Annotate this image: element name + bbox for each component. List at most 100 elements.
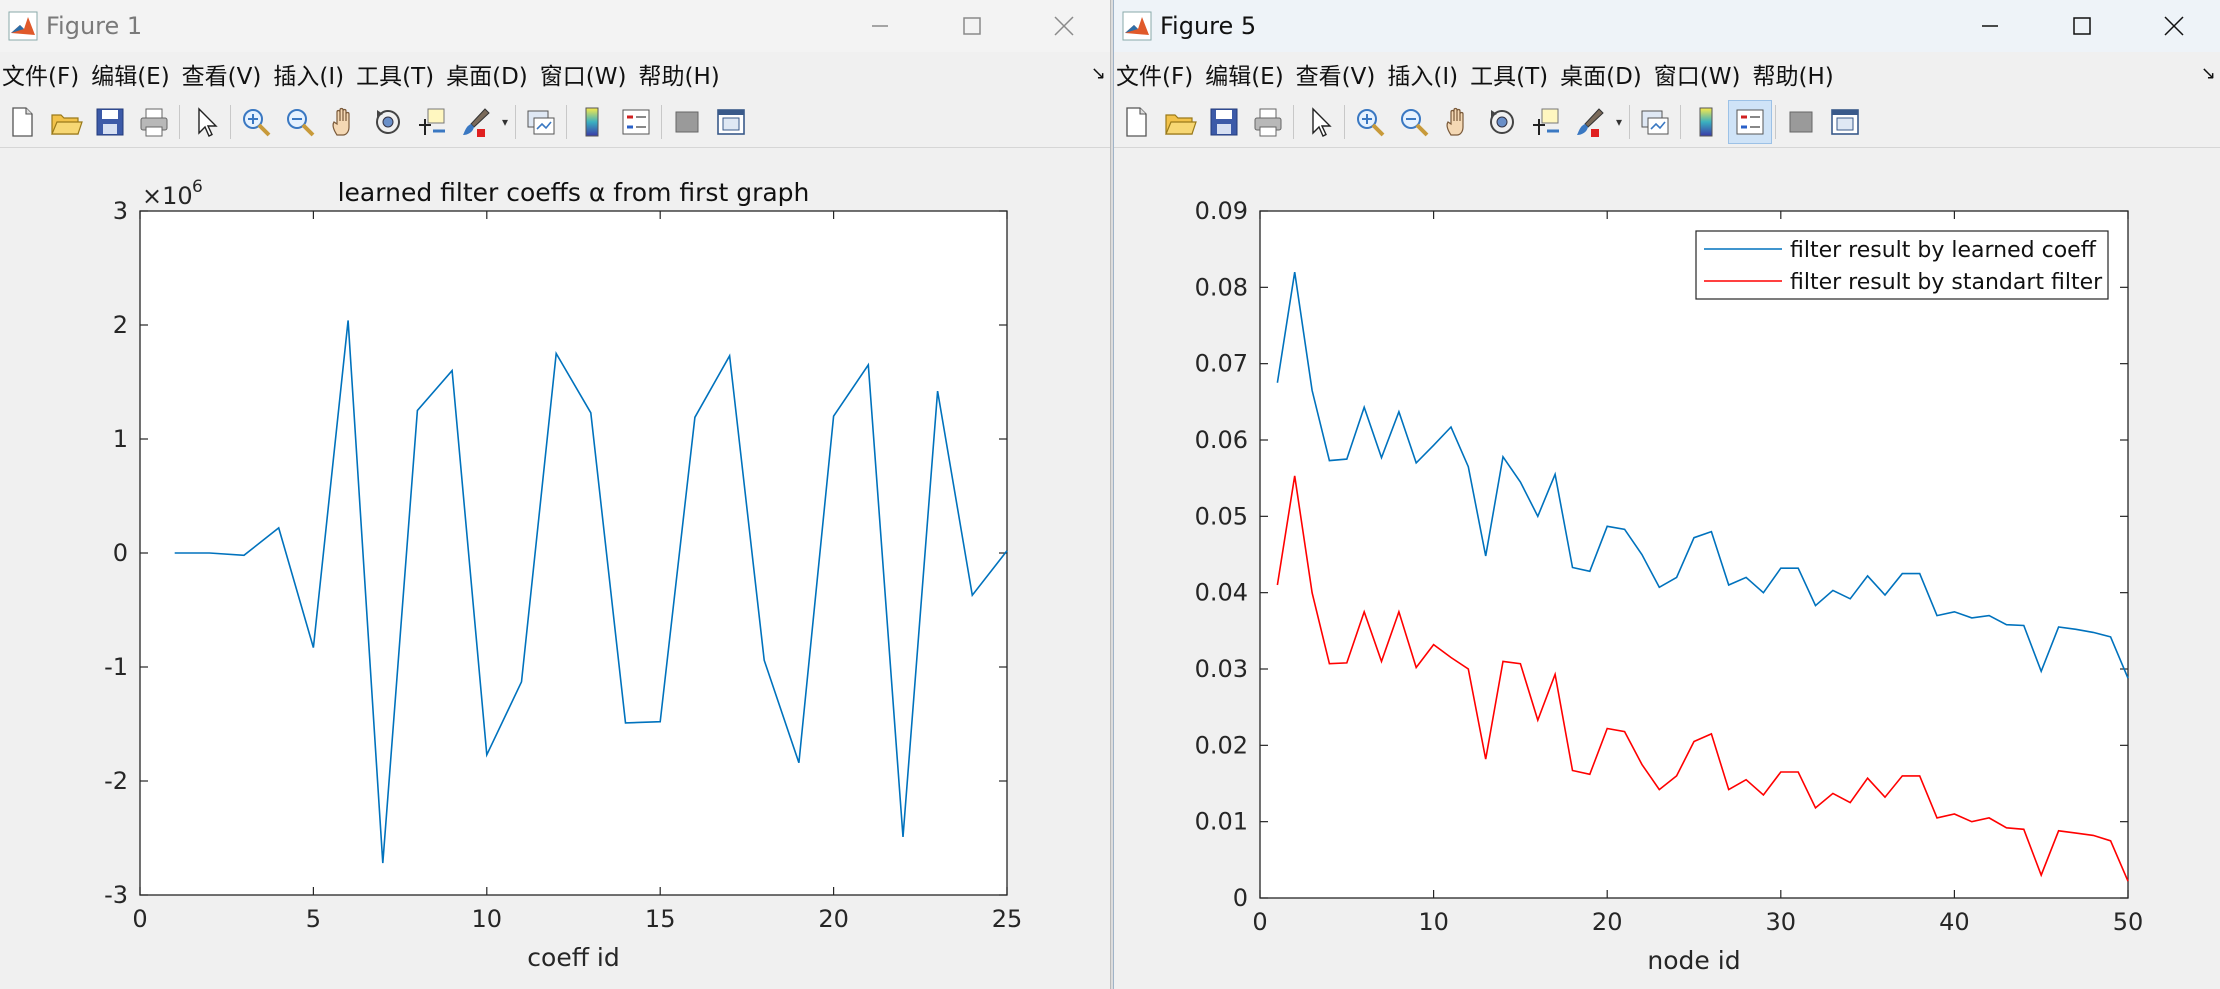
maximize-button[interactable] xyxy=(926,0,1018,52)
dock-arrow-icon[interactable]: ↘ xyxy=(1091,63,1106,84)
brush-button[interactable] xyxy=(1568,100,1612,144)
x-tick-label: 30 xyxy=(1766,908,1797,936)
menu-bar: 文件(F) 编辑(E) 查看(V) 插入(I) 工具(T) 桌面(D) 窗口(W… xyxy=(1114,55,2220,93)
brush-dropdown-arrow[interactable]: ▾ xyxy=(498,100,512,144)
y-tick-label: -2 xyxy=(104,767,128,795)
rotate-3d-button[interactable] xyxy=(366,100,410,144)
brush-button[interactable] xyxy=(454,100,498,144)
figure-toolbar: ▾ xyxy=(0,97,1110,148)
link-plot-icon xyxy=(1641,110,1669,135)
select-pointer-button[interactable] xyxy=(183,100,227,144)
link-plot-button[interactable] xyxy=(1633,100,1677,144)
rotate-3d-button[interactable] xyxy=(1480,100,1524,144)
zoom-out-button[interactable] xyxy=(278,100,322,144)
open-file-button[interactable] xyxy=(1158,100,1202,144)
figure-1-titlebar[interactable]: Figure 1 xyxy=(0,0,1110,52)
colorbar-button[interactable] xyxy=(570,100,614,144)
axis-exponent-label: ×10 xyxy=(142,182,193,210)
menu-edit[interactable]: 编辑(E) xyxy=(89,57,175,91)
close-button[interactable] xyxy=(1018,0,1110,52)
menu-desktop[interactable]: 桌面(D) xyxy=(444,57,534,91)
close-button[interactable] xyxy=(2128,0,2220,52)
axis-exponent-power: 6 xyxy=(192,177,203,197)
minimize-button[interactable] xyxy=(1944,0,2036,52)
menu-file[interactable]: 文件(F) xyxy=(1114,57,1199,91)
y-tick-label: 0.07 xyxy=(1195,350,1248,378)
x-tick-label: 0 xyxy=(1252,908,1267,936)
menu-file[interactable]: 文件(F) xyxy=(0,57,85,91)
menu-insert[interactable]: 插入(I) xyxy=(271,57,350,91)
figure-5-canvas: 0 10 20 30 40 50 0 0.01 0.02 0.03 0.04 0.05 0.06 0.07… xyxy=(1114,148,2220,989)
print-button[interactable] xyxy=(1246,100,1290,144)
menu-window[interactable]: 窗口(W) xyxy=(1652,57,1747,91)
toolbar-separator xyxy=(566,105,567,139)
brush-dropdown-arrow[interactable]: ▾ xyxy=(1612,100,1626,144)
y-tick-label: 1 xyxy=(113,425,128,453)
zoom-out-icon xyxy=(1401,109,1429,137)
new-figure-button[interactable] xyxy=(0,100,44,144)
minimize-button[interactable] xyxy=(834,0,926,52)
y-tick-label: 0.05 xyxy=(1195,502,1248,530)
menu-help[interactable]: 帮助(H) xyxy=(636,57,725,91)
open-file-icon xyxy=(1165,114,1197,135)
chart-2: 0 10 20 30 40 50 0 0.01 0.02 0.03 0.04 0.05 0.06 0.07… xyxy=(1195,197,2144,975)
menu-window[interactable]: 窗口(W) xyxy=(538,57,633,91)
pan-hand-button[interactable] xyxy=(322,100,366,144)
figure-1-canvas: 0 5 10 15 20 25 -3 -2 -1 0 1 2 3 coeff id learned filt… xyxy=(0,148,1110,989)
brush-icon xyxy=(463,108,490,137)
menu-tools[interactable]: 工具(T) xyxy=(1468,57,1554,91)
menu-insert[interactable]: 插入(I) xyxy=(1385,57,1464,91)
matlab-logo-icon xyxy=(1122,11,1152,41)
hide-plot-tools-button[interactable] xyxy=(665,100,709,144)
figure-1-window: Figure 1 文件(F) 编辑(E) 查看(V) 插入(I) 工具(T) 桌… xyxy=(0,0,1111,989)
new-figure-button[interactable] xyxy=(1114,100,1158,144)
show-plot-tools-button[interactable] xyxy=(709,100,753,144)
y-tick-label: 2 xyxy=(113,311,128,339)
save-button[interactable] xyxy=(88,100,132,144)
menu-help[interactable]: 帮助(H) xyxy=(1750,57,1839,91)
legend-button[interactable] xyxy=(1728,100,1772,144)
show-plot-tools-icon xyxy=(1831,109,1859,135)
figure-toolbar: ▾ xyxy=(1114,97,2220,148)
zoom-in-button[interactable] xyxy=(234,100,278,144)
open-file-button[interactable] xyxy=(44,100,88,144)
hide-plot-tools-button[interactable] xyxy=(1779,100,1823,144)
y-tick-label: 3 xyxy=(113,197,128,225)
y-tick-label: 0.04 xyxy=(1195,579,1248,607)
dock-arrow-icon[interactable]: ↘ xyxy=(2201,63,2216,84)
save-button[interactable] xyxy=(1202,100,1246,144)
menu-desktop[interactable]: 桌面(D) xyxy=(1558,57,1648,91)
print-icon xyxy=(1254,108,1282,137)
data-cursor-button[interactable] xyxy=(410,100,454,144)
zoom-out-button[interactable] xyxy=(1392,100,1436,144)
print-icon xyxy=(140,108,168,137)
pan-hand-button[interactable] xyxy=(1436,100,1480,144)
matlab-logo-icon xyxy=(8,11,38,41)
show-plot-tools-button[interactable] xyxy=(1823,100,1867,144)
x-tick-label: 20 xyxy=(1592,908,1623,936)
menu-edit[interactable]: 编辑(E) xyxy=(1203,57,1289,91)
figure-5-titlebar[interactable]: Figure 5 xyxy=(1114,0,2220,52)
select-pointer-button[interactable] xyxy=(1297,100,1341,144)
plot-area xyxy=(1259,210,2129,899)
y-tick-label: 0.01 xyxy=(1195,808,1248,836)
data-cursor-button[interactable] xyxy=(1524,100,1568,144)
hide-plot-tools-icon xyxy=(1789,111,1813,133)
link-plot-button[interactable] xyxy=(519,100,563,144)
maximize-icon xyxy=(963,17,981,35)
select-pointer-icon xyxy=(198,107,218,137)
y-tick-label: 0.09 xyxy=(1195,197,1248,225)
menu-tools[interactable]: 工具(T) xyxy=(354,57,440,91)
print-button[interactable] xyxy=(132,100,176,144)
maximize-button[interactable] xyxy=(2036,0,2128,52)
zoom-in-button[interactable] xyxy=(1348,100,1392,144)
legend-button[interactable] xyxy=(614,100,658,144)
menu-view[interactable]: 查看(V) xyxy=(1294,57,1382,91)
rotate-3d-icon xyxy=(1490,110,1514,134)
toolbar-separator xyxy=(1775,105,1776,139)
data-cursor-icon xyxy=(1533,108,1559,135)
y-tick-label: 0.02 xyxy=(1195,731,1248,759)
link-plot-icon xyxy=(527,110,555,135)
colorbar-button[interactable] xyxy=(1684,100,1728,144)
menu-view[interactable]: 查看(V) xyxy=(180,57,268,91)
